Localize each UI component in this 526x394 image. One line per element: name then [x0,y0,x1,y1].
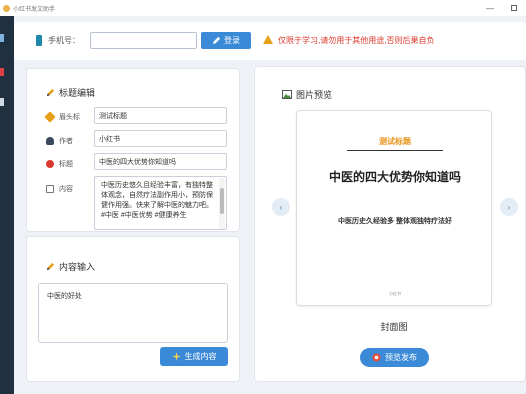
window-title: 小红书发文助手 [13,6,56,13]
login-bar: 手机号： 登录 仅限于学习,请勿用于其他用途,否则后果自负 [14,22,526,60]
preview-publish-button[interactable]: 预览发布 [360,348,429,367]
next-image-button[interactable]: › [500,198,518,216]
card-author: 小红书 [389,291,401,296]
generate-content-label: 生成内容 [184,352,217,361]
app-icon [3,4,10,12]
card-title-underline [347,150,443,151]
content-text: 中医历史悠久且经验丰富，有独特整体观念，自然疗法副作用小，预防保健作用强。快来了… [101,182,213,219]
content-textarea[interactable]: 中医历史悠久且经验丰富，有独特整体观念，自然疗法副作用小，预防保健作用强。快来了… [94,176,227,230]
preview-publish-label: 预览发布 [385,353,417,362]
image-icon [282,90,292,99]
pencil-icon [46,262,55,271]
header-tag-input[interactable]: 测试标题 [94,107,227,124]
content-scrollbar[interactable] [219,178,225,229]
cover-image-card: 测试标题 中医的四大优势你知道吗 中医历史久经验多 整体观独特疗法好 小红书 [296,110,492,306]
cover-caption: 封面图 [380,322,408,332]
window-titlebar: 小红书发文助手 — [0,0,526,16]
card-title: 测试标题 [379,137,411,146]
scrollbar-thumb[interactable] [220,188,224,214]
field-label-header: 眉头标 [59,114,80,121]
preview-heading: 图片预览 [282,88,332,101]
pencil-icon [46,88,55,97]
side-icon-1 [0,34,4,42]
prev-image-button[interactable]: ‹ [272,198,290,216]
side-icon-3 [0,98,4,106]
sparkle-icon [171,352,181,361]
maximize-button[interactable] [502,0,526,16]
phone-label: 手机号： [48,36,80,45]
window-controls: — [478,0,526,16]
generate-content-button[interactable]: 生成内容 [160,347,228,366]
title-edit-heading-text: 标题编辑 [59,88,96,98]
publish-icon [372,353,381,362]
pencil-icon [212,36,221,45]
pin-icon [46,160,54,168]
field-label-author: 作者 [59,138,73,145]
content-input-heading: 内容输入 [46,260,95,273]
field-row-title: 标题 [46,159,81,169]
content-input-heading-text: 内容输入 [59,262,96,272]
field-label-title: 标题 [59,161,73,168]
field-row-content: 内容 [46,184,81,194]
side-icon-2 [0,68,4,76]
person-icon [46,137,54,145]
preview-heading-text: 图片预览 [296,90,333,100]
login-button[interactable]: 登录 [201,32,251,49]
author-input[interactable]: 小红书 [94,130,227,147]
card-subtitle: 中医历史久经验多 整体观独特疗法好 [338,218,452,225]
title-edit-heading: 标题编辑 [46,86,95,99]
login-button-label: 登录 [224,36,240,45]
tag-icon [44,111,56,123]
maximize-icon [511,5,517,11]
card-heading: 中医的四大优势你知道吗 [328,170,461,184]
warning-icon [263,35,273,44]
phone-input[interactable] [90,32,197,49]
title-input[interactable]: 中医的四大优势你知道吗 [94,153,227,170]
field-row-header: 眉头标 [44,111,81,123]
phone-icon [36,35,42,46]
minimize-button[interactable]: — [478,0,502,16]
side-strip [0,16,14,394]
warning-text: 仅限于学习,请勿用于其他用途,否则后果自负 [278,36,435,45]
field-row-author: 作者 [46,136,81,146]
document-icon [46,185,54,193]
field-label-content: 内容 [59,186,73,193]
content-input-textarea[interactable]: 中医的好处 [38,283,228,343]
